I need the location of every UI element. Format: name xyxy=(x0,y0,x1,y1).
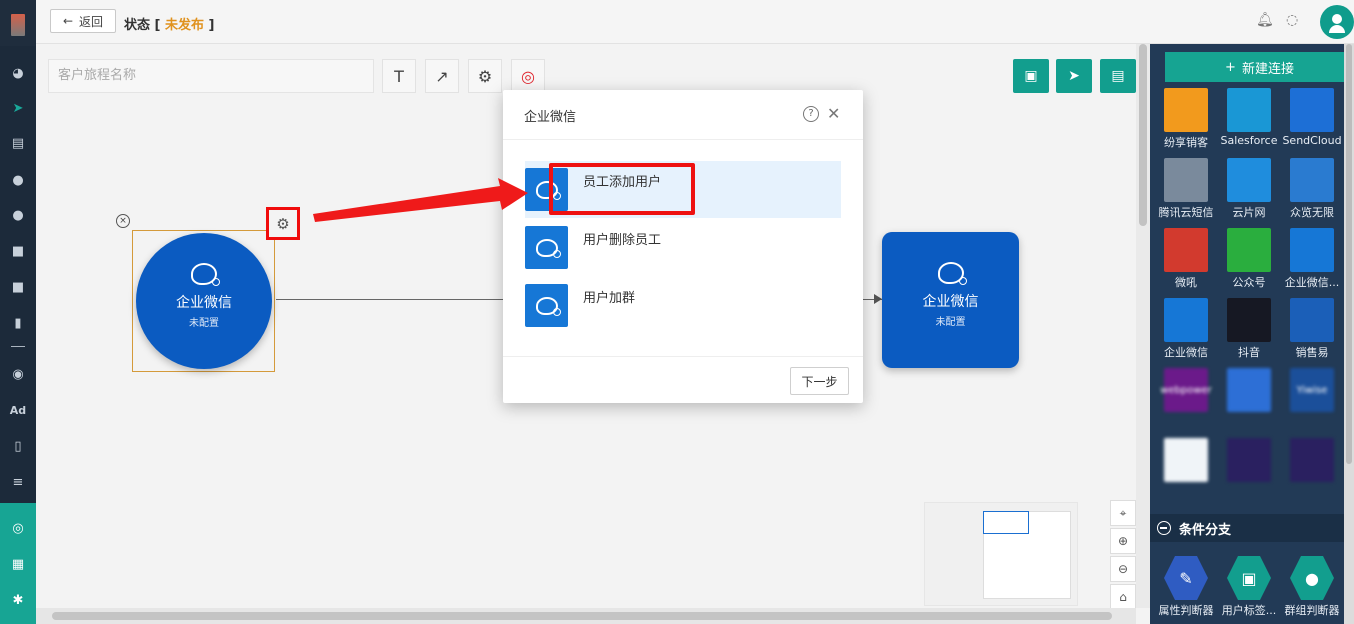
annotation-arrow xyxy=(313,178,528,222)
